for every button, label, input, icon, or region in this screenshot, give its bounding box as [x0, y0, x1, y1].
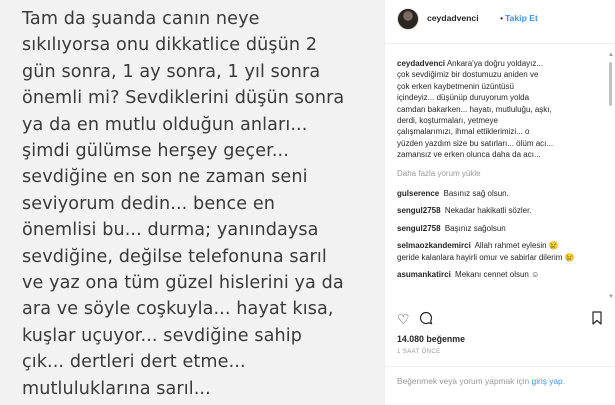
post-timestamp: 1 SAAT ÖNCE — [397, 349, 441, 355]
header-username[interactable]: ceydadvenci — [427, 13, 479, 23]
comment-icon-svg — [419, 311, 433, 325]
comment: sengul2758 Nekadar hakikatli sözler. — [397, 205, 596, 216]
caption-username[interactable]: ceydadvenci — [397, 59, 445, 68]
login-link[interactable]: giriş yap — [532, 376, 563, 386]
bookmark-icon[interactable] — [591, 311, 603, 328]
comment-username[interactable]: gulserence — [397, 189, 439, 198]
comment: asumankatirci Mekanı cennet olsun ☺ — [397, 269, 596, 280]
follow-button[interactable]: • Takip Et — [500, 13, 538, 23]
separator-dot: • — [500, 13, 504, 23]
load-more-comments-button[interactable]: Daha fazla yorum yükle — [397, 168, 596, 179]
comment-username[interactable]: selmaozkandemirci — [397, 241, 471, 250]
comment-text: Basınız sağ olsun. — [443, 189, 509, 199]
post-header: ceydadvenci • Takip Et — [385, 0, 615, 44]
post-sidebar: ceydadvenci • Takip Et ceydadvenci Ankara… — [384, 0, 615, 405]
post-image: Tam da şuanda canın neye sıkılıyorsa onu… — [0, 0, 384, 405]
action-bar: ♡ — [397, 311, 607, 329]
comments-scrollbar[interactable]: ▲ ▼ — [608, 52, 614, 300]
comment-username[interactable]: asumankatirci — [397, 270, 451, 279]
avatar[interactable] — [397, 8, 419, 30]
follow-label: Takip Et — [505, 13, 538, 23]
scroll-up-icon[interactable]: ▲ — [608, 52, 614, 58]
comment-text: Mekanı cennet olsun ☺ — [455, 270, 540, 280]
likes-count[interactable]: 14.080 beğenme — [397, 334, 465, 344]
caption-text: Ankara'ya doğru yoldayız... çok sevdiğim… — [397, 59, 554, 160]
comment-username[interactable]: sengul2758 — [397, 206, 441, 215]
login-prompt-suffix: . — [562, 376, 566, 386]
comments-list: ceydadvenci Ankara'ya doğru yoldayız... … — [385, 52, 610, 300]
comment: selmaozkandemirci Allah rahmet eylesin 😢… — [397, 240, 596, 263]
heart-icon[interactable]: ♡ — [397, 311, 410, 328]
comment: sengul2758 Başınız sağolsun — [397, 223, 596, 234]
bookmark-icon-svg — [592, 311, 602, 325]
login-prompt-text: Beğenmek veya yorum yapmak için — [397, 376, 532, 386]
login-prompt: Beğenmek veya yorum yapmak için giriş ya… — [385, 366, 615, 405]
post-text: Tam da şuanda canın neye sıkılıyorsa onu… — [22, 9, 345, 399]
caption: ceydadvenci Ankara'ya doğru yoldayız... … — [397, 58, 596, 161]
comment: gulserence Basınız sağ olsun. — [397, 188, 596, 199]
comment-username[interactable]: sengul2758 — [397, 224, 441, 233]
scroll-down-icon[interactable]: ▼ — [608, 294, 614, 300]
comment-icon[interactable] — [419, 311, 433, 328]
scrollbar-thumb[interactable] — [609, 62, 612, 106]
comment-text: Başınız sağolsun — [444, 223, 506, 233]
comment-text: Nekadar hakikatli sözler. — [444, 206, 532, 216]
